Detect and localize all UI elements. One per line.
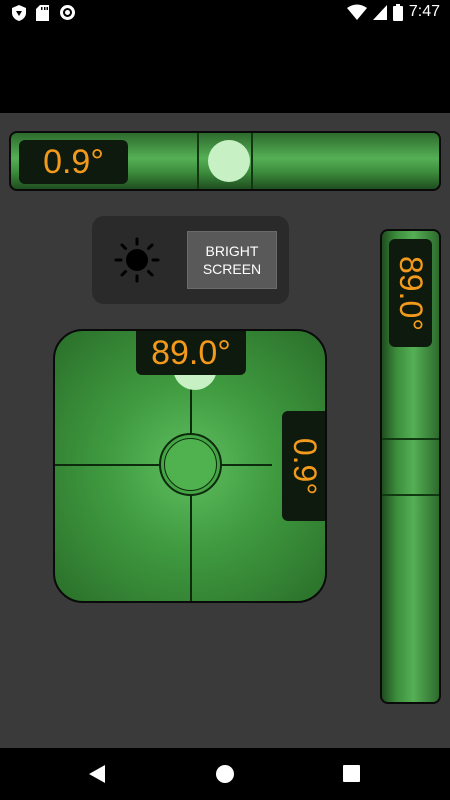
vertical-reading-box: 89.0° xyxy=(389,239,432,347)
recents-icon[interactable] xyxy=(343,765,360,782)
surface-side-reading: 0.9° xyxy=(287,437,324,495)
horizontal-level-tube: 0.9° xyxy=(9,131,441,191)
brightness-panel: BRIGHT SCREEN xyxy=(92,216,289,304)
tube-marker-bottom xyxy=(382,494,439,496)
bright-screen-button[interactable]: BRIGHT SCREEN xyxy=(187,231,277,289)
tube-marker-left xyxy=(197,133,199,189)
target-ring xyxy=(159,433,222,496)
navigation-bar xyxy=(0,748,450,800)
back-icon[interactable] xyxy=(89,765,106,783)
circle-icon xyxy=(60,5,75,20)
home-icon[interactable] xyxy=(216,765,234,783)
sun-icon[interactable] xyxy=(114,237,160,283)
surface-side-reading-box: 0.9° xyxy=(282,411,325,521)
tube-marker-right xyxy=(251,133,253,189)
horizontal-bubble xyxy=(208,140,250,182)
signal-icon xyxy=(372,5,387,20)
vertical-level-tube: 89.0° xyxy=(380,229,441,704)
status-time: 7:47 xyxy=(408,3,440,20)
sd-card-icon xyxy=(36,4,49,21)
target-center xyxy=(164,438,217,491)
surface-level: 89.0° 0.9° xyxy=(53,329,327,603)
level-app: 0.9° BRIGHT SCREEN 89.0° 89.0° 0.9° xyxy=(0,113,450,748)
tube-marker-top xyxy=(382,438,439,440)
shield-icon xyxy=(12,4,26,21)
battery-icon xyxy=(392,3,403,21)
vertical-reading: 89.0° xyxy=(393,255,430,331)
surface-top-reading: 89.0° xyxy=(136,331,246,375)
wifi-icon xyxy=(346,4,367,20)
horizontal-reading: 0.9° xyxy=(19,140,128,184)
status-bar: 7:47 xyxy=(0,0,450,26)
